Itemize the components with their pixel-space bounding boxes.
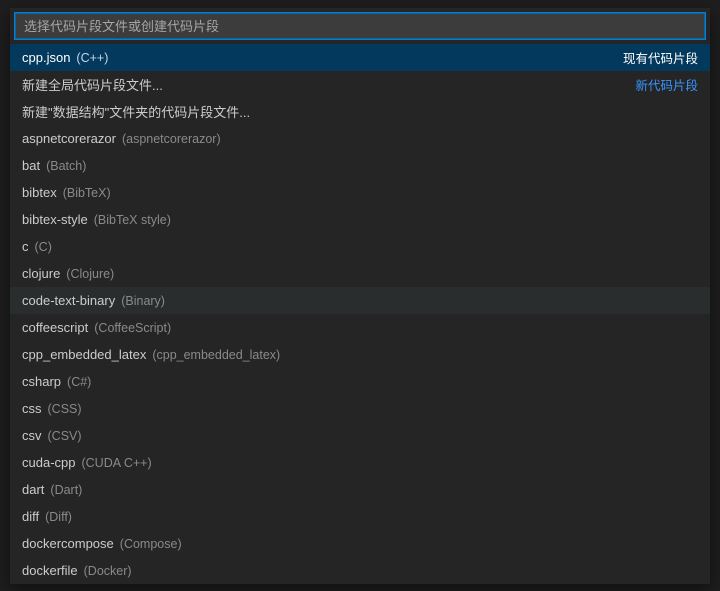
item-detail: (BibTeX) <box>63 186 111 200</box>
item-detail: (cpp_embedded_latex) <box>152 348 280 362</box>
item-label: code-text-binary <box>22 293 115 308</box>
list-item[interactable]: 新建"数据结构"文件夹的代码片段文件... <box>10 98 710 125</box>
item-label: css <box>22 401 42 416</box>
list-item[interactable]: bat (Batch) <box>10 152 710 179</box>
item-label: cuda-cpp <box>22 455 75 470</box>
item-detail: (Clojure) <box>66 267 114 281</box>
list-item[interactable]: bibtex (BibTeX) <box>10 179 710 206</box>
item-detail: (CSS) <box>48 402 82 416</box>
item-label: diff <box>22 509 39 524</box>
list-item[interactable]: coffeescript (CoffeeScript) <box>10 314 710 341</box>
list-item[interactable]: csv (CSV) <box>10 422 710 449</box>
item-label: 新建全局代码片段文件... <box>22 75 163 94</box>
item-label: csv <box>22 428 42 443</box>
item-label: bibtex-style <box>22 212 88 227</box>
item-detail: (aspnetcorerazor) <box>122 132 221 146</box>
item-detail: (CUDA C++) <box>81 456 151 470</box>
item-detail: (CSV) <box>48 429 82 443</box>
item-detail: (Batch) <box>46 159 86 173</box>
item-detail: (Binary) <box>121 294 165 308</box>
item-detail: (BibTeX style) <box>94 213 171 227</box>
item-label: coffeescript <box>22 320 88 335</box>
list-item[interactable]: code-text-binary (Binary) <box>10 287 710 314</box>
item-label: dockercompose <box>22 536 114 551</box>
item-label: clojure <box>22 266 60 281</box>
list-item[interactable]: csharp (C#) <box>10 368 710 395</box>
list-item[interactable]: diff (Diff) <box>10 503 710 530</box>
item-detail: (C) <box>35 240 52 254</box>
item-detail: (Compose) <box>120 537 182 551</box>
list-item[interactable]: cpp_embedded_latex (cpp_embedded_latex) <box>10 341 710 368</box>
input-wrapper <box>10 8 710 44</box>
item-label: bat <box>22 158 40 173</box>
list-item[interactable]: dockercompose (Compose) <box>10 530 710 557</box>
item-detail: (CoffeeScript) <box>94 321 171 335</box>
list-item[interactable]: 新建全局代码片段文件... 新代码片段 <box>10 71 710 98</box>
item-group-label: 现有代码片段 <box>623 48 698 67</box>
list-item[interactable]: cuda-cpp (CUDA C++) <box>10 449 710 476</box>
snippet-search-input[interactable] <box>15 13 705 39</box>
item-detail: (Diff) <box>45 510 72 524</box>
item-label: aspnetcorerazor <box>22 131 116 146</box>
item-label: cpp.json <box>22 50 70 65</box>
list-item[interactable]: cpp.json (C++) 现有代码片段 <box>10 44 710 71</box>
snippet-picker: cpp.json (C++) 现有代码片段新建全局代码片段文件... 新代码片段新建"… <box>10 8 710 584</box>
list-item[interactable]: c (C) <box>10 233 710 260</box>
item-detail: (Dart) <box>50 483 82 497</box>
item-group-label: 新代码片段 <box>635 75 698 94</box>
snippet-list[interactable]: cpp.json (C++) 现有代码片段新建全局代码片段文件... 新代码片段新建"… <box>10 44 710 584</box>
list-item[interactable]: dockerfile (Docker) <box>10 557 710 584</box>
item-label: dockerfile <box>22 563 78 578</box>
item-label: bibtex <box>22 185 57 200</box>
list-item[interactable]: dart (Dart) <box>10 476 710 503</box>
item-label: dart <box>22 482 44 497</box>
item-label: 新建"数据结构"文件夹的代码片段文件... <box>22 102 250 121</box>
list-item[interactable]: clojure (Clojure) <box>10 260 710 287</box>
list-item[interactable]: aspnetcorerazor (aspnetcorerazor) <box>10 125 710 152</box>
item-label: c <box>22 239 29 254</box>
item-detail: (C#) <box>67 375 91 389</box>
item-detail: (C++) <box>76 51 108 65</box>
list-item[interactable]: css (CSS) <box>10 395 710 422</box>
item-detail: (Docker) <box>84 564 132 578</box>
list-item[interactable]: bibtex-style (BibTeX style) <box>10 206 710 233</box>
item-label: csharp <box>22 374 61 389</box>
item-label: cpp_embedded_latex <box>22 347 146 362</box>
